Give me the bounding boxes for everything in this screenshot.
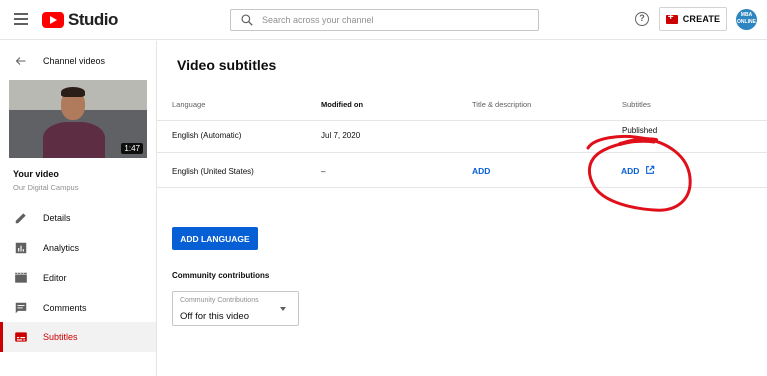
column-header-title-description: Title & description [472,100,532,109]
arrow-back-icon [15,57,26,65]
youtube-play-icon [42,12,64,28]
column-header-language: Language [172,100,206,109]
sidebar: Channel videos 1:47 Your video Our Digit… [0,41,157,376]
menu-icon[interactable] [14,13,28,25]
sidebar-item-editor[interactable]: Editor [0,263,156,293]
top-bar: Studio ? CREATE MBA ONLINE [0,0,767,40]
help-icon[interactable]: ? [635,12,649,26]
subtitles-icon [15,332,27,342]
table-header-row: Language Modified on Title & description… [157,87,767,121]
select-value: Off for this video [180,311,249,322]
sidebar-item-details[interactable]: Details [0,203,156,233]
language-cell: English (United States) [172,167,254,176]
add-subtitles-link[interactable]: ADD [621,166,639,176]
community-contributions-heading: Community contributions [172,271,270,280]
open-in-new-icon[interactable] [645,165,655,175]
search-box[interactable] [230,9,539,31]
back-label: Channel videos [43,56,106,66]
logo-text: Studio [68,10,118,29]
video-title: Your video [13,169,59,179]
subtitles-status[interactable]: Published [622,126,657,135]
add-title-description-link[interactable]: ADD [472,166,490,176]
comments-icon [15,302,27,314]
sidebar-item-label: Editor [43,273,67,283]
sidebar-item-subtitles[interactable]: Subtitles [0,322,156,352]
community-contributions-select[interactable]: Community Contributions Off for this vid… [172,291,299,326]
create-button[interactable]: CREATE [659,7,727,31]
column-header-subtitles: Subtitles [622,100,651,109]
thumbnail-person-hair [61,87,85,97]
editor-icon [15,272,27,283]
sidebar-item-label: Details [43,213,71,223]
chevron-down-icon [280,307,286,311]
create-label: CREATE [682,14,721,24]
video-thumbnail[interactable]: 1:47 [9,80,147,158]
table-row: English (United States) – ADD ADD [157,154,767,188]
sidebar-item-label: Subtitles [43,332,78,342]
video-camera-icon [665,12,678,24]
pencil-icon [15,213,26,224]
modified-cell: Jul 7, 2020 [321,131,361,140]
add-language-button[interactable]: ADD LANGUAGE [172,227,258,250]
back-to-channel-videos[interactable]: Channel videos [0,51,156,71]
page-title: Video subtitles [177,57,277,73]
table-row: English (Automatic) Jul 7, 2020 Publishe… [157,119,767,153]
sidebar-item-comments[interactable]: Comments [0,293,156,323]
select-label: Community Contributions [180,297,259,304]
analytics-icon [15,242,27,254]
youtube-studio-logo[interactable]: Studio [42,10,118,29]
column-header-modified[interactable]: Modified on [321,100,363,109]
video-channel: Our Digital Campus [13,183,79,192]
search-icon [241,14,253,26]
thumbnail-person-body [43,122,105,158]
sidebar-item-analytics[interactable]: Analytics [0,233,156,263]
sidebar-item-label: Analytics [43,243,80,253]
active-indicator [0,322,3,352]
modified-cell: – [321,167,326,176]
language-cell: English (Automatic) [172,131,242,140]
avatar[interactable]: MBA ONLINE [736,9,757,30]
search-input[interactable] [262,15,522,25]
video-duration: 1:47 [121,143,143,154]
sidebar-item-label: Comments [43,303,87,313]
